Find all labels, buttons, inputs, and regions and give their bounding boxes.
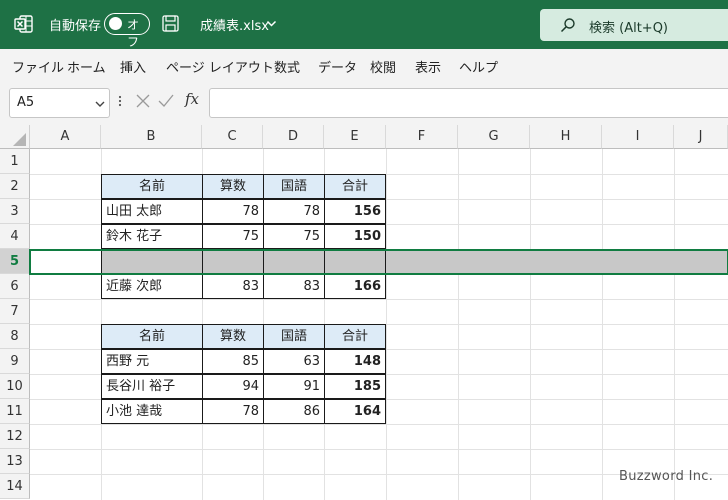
watermark: Buzzword Inc.: [619, 469, 714, 484]
row-header-6[interactable]: 6: [0, 274, 30, 299]
table2-cell-name[interactable]: 長谷川 裕子: [101, 374, 203, 399]
column-header-b[interactable]: B: [101, 125, 202, 149]
select-all-triangle-icon: [13, 133, 26, 146]
check-icon[interactable]: [158, 94, 174, 108]
table2-cell-total[interactable]: 164: [324, 399, 386, 424]
gridline: [30, 449, 728, 450]
search-icon: [560, 18, 575, 33]
row-header-1[interactable]: 1: [0, 149, 30, 174]
column-header-d[interactable]: D: [263, 125, 324, 149]
table1-header-math[interactable]: 算数: [202, 174, 264, 199]
worksheet-grid[interactable]: A B C D E F G H I J 1 2 3 4 5 6 7 8 9 10…: [0, 125, 728, 500]
menu-formulas[interactable]: 数式: [274, 57, 300, 76]
search-box[interactable]: 検索 (Alt+Q): [540, 9, 728, 41]
table1-cell-math[interactable]: 78: [202, 199, 264, 224]
table2-header-japanese[interactable]: 国語: [263, 324, 325, 349]
menu-data[interactable]: データ: [318, 57, 357, 76]
menu-help[interactable]: ヘルプ: [459, 57, 498, 76]
column-header-e[interactable]: E: [324, 125, 386, 149]
table1-cell-total[interactable]: 156: [324, 199, 386, 224]
column-header-j[interactable]: J: [674, 125, 728, 149]
insert-function-icon[interactable]: fx: [185, 90, 199, 108]
table1-cell-math[interactable]: 75: [202, 224, 264, 249]
row-header-13[interactable]: 13: [0, 449, 30, 474]
row-header-5[interactable]: 5: [0, 249, 30, 274]
table2-cell-total[interactable]: 185: [324, 374, 386, 399]
table2-cell-math[interactable]: 78: [202, 399, 264, 424]
table1-cell-name[interactable]: 鈴木 花子: [101, 224, 203, 249]
table2-cell-japanese[interactable]: 91: [263, 374, 325, 399]
formula-input[interactable]: [209, 88, 728, 118]
toggle-knob: [109, 17, 122, 30]
autosave-toggle[interactable]: オフ: [104, 13, 150, 49]
table1-cell-total[interactable]: 150: [324, 224, 386, 249]
table1-cell-total[interactable]: 166: [324, 274, 386, 299]
table1-cell-math[interactable]: 83: [202, 274, 264, 299]
column-header-c[interactable]: C: [202, 125, 263, 149]
column-header-h[interactable]: H: [530, 125, 602, 149]
cancel-icon[interactable]: [136, 94, 150, 108]
table2-header-total[interactable]: 合計: [324, 324, 386, 349]
chevron-down-icon[interactable]: [266, 18, 277, 29]
select-all-corner[interactable]: [0, 125, 30, 149]
chevron-down-icon[interactable]: [95, 99, 105, 109]
table2-header-name[interactable]: 名前: [101, 324, 203, 349]
row-header-12[interactable]: 12: [0, 424, 30, 449]
more-dots-icon[interactable]: [118, 93, 122, 109]
formula-bar: A5 fx: [0, 81, 728, 125]
gridline: [30, 424, 728, 425]
row-header-10[interactable]: 10: [0, 374, 30, 399]
row-header-8[interactable]: 8: [0, 324, 30, 349]
column-header-g[interactable]: G: [458, 125, 530, 149]
menu-view[interactable]: 表示: [415, 57, 441, 76]
table1-cell-japanese[interactable]: 83: [263, 274, 325, 299]
column-header-i[interactable]: I: [602, 125, 674, 149]
name-box-value: A5: [17, 95, 35, 110]
menu-file[interactable]: ファイル: [12, 57, 64, 76]
table2-cell-japanese[interactable]: 63: [263, 349, 325, 374]
menu-page-layout[interactable]: ページ レイアウト: [166, 57, 274, 76]
row-header-7[interactable]: 7: [0, 299, 30, 324]
menu-home[interactable]: ホーム: [67, 57, 106, 76]
save-icon[interactable]: [162, 15, 179, 32]
file-name[interactable]: 成績表.xlsx: [200, 15, 269, 34]
table1-cell-name[interactable]: 山田 太郎: [101, 199, 203, 224]
name-box[interactable]: A5: [9, 88, 110, 118]
table2-cell-name[interactable]: 西野 元: [101, 349, 203, 374]
search-placeholder: 検索 (Alt+Q): [589, 21, 669, 36]
table1-cell-japanese[interactable]: 75: [263, 224, 325, 249]
row-header-3[interactable]: 3: [0, 199, 30, 224]
menu-review[interactable]: 校閲: [370, 57, 396, 76]
row-header-2[interactable]: 2: [0, 174, 30, 199]
table2-cell-total[interactable]: 148: [324, 349, 386, 374]
gridline: [30, 299, 728, 300]
row-header-14[interactable]: 14: [0, 474, 30, 499]
excel-app-icon[interactable]: [14, 14, 34, 34]
table2-cell-name[interactable]: 小池 達哉: [101, 399, 203, 424]
column-header-f[interactable]: F: [386, 125, 458, 149]
autosave-label: 自動保存: [49, 19, 102, 34]
row-selection-border: [29, 249, 728, 275]
column-header-a[interactable]: A: [30, 125, 101, 149]
table1-cell-name[interactable]: 近藤 次郎: [101, 274, 203, 299]
ribbon-menu-bar: ファイル ホーム 挿入 ページ レイアウト 数式 データ 校閲 表示 ヘルプ: [0, 49, 728, 81]
row-header-4[interactable]: 4: [0, 224, 30, 249]
table2-cell-math[interactable]: 85: [202, 349, 264, 374]
table2-cell-math[interactable]: 94: [202, 374, 264, 399]
table2-header-math[interactable]: 算数: [202, 324, 264, 349]
row-header-9[interactable]: 9: [0, 349, 30, 374]
row-header-11[interactable]: 11: [0, 399, 30, 424]
table1-header-total[interactable]: 合計: [324, 174, 386, 199]
menu-insert[interactable]: 挿入: [120, 57, 146, 76]
table1-header-name[interactable]: 名前: [101, 174, 203, 199]
autosave-state: オフ: [127, 18, 140, 49]
table2-cell-japanese[interactable]: 86: [263, 399, 325, 424]
table1-header-japanese[interactable]: 国語: [263, 174, 325, 199]
title-bar: 自動保存 オフ 成績表.xlsx 検索 (Alt+Q): [0, 0, 728, 49]
table1-cell-japanese[interactable]: 78: [263, 199, 325, 224]
